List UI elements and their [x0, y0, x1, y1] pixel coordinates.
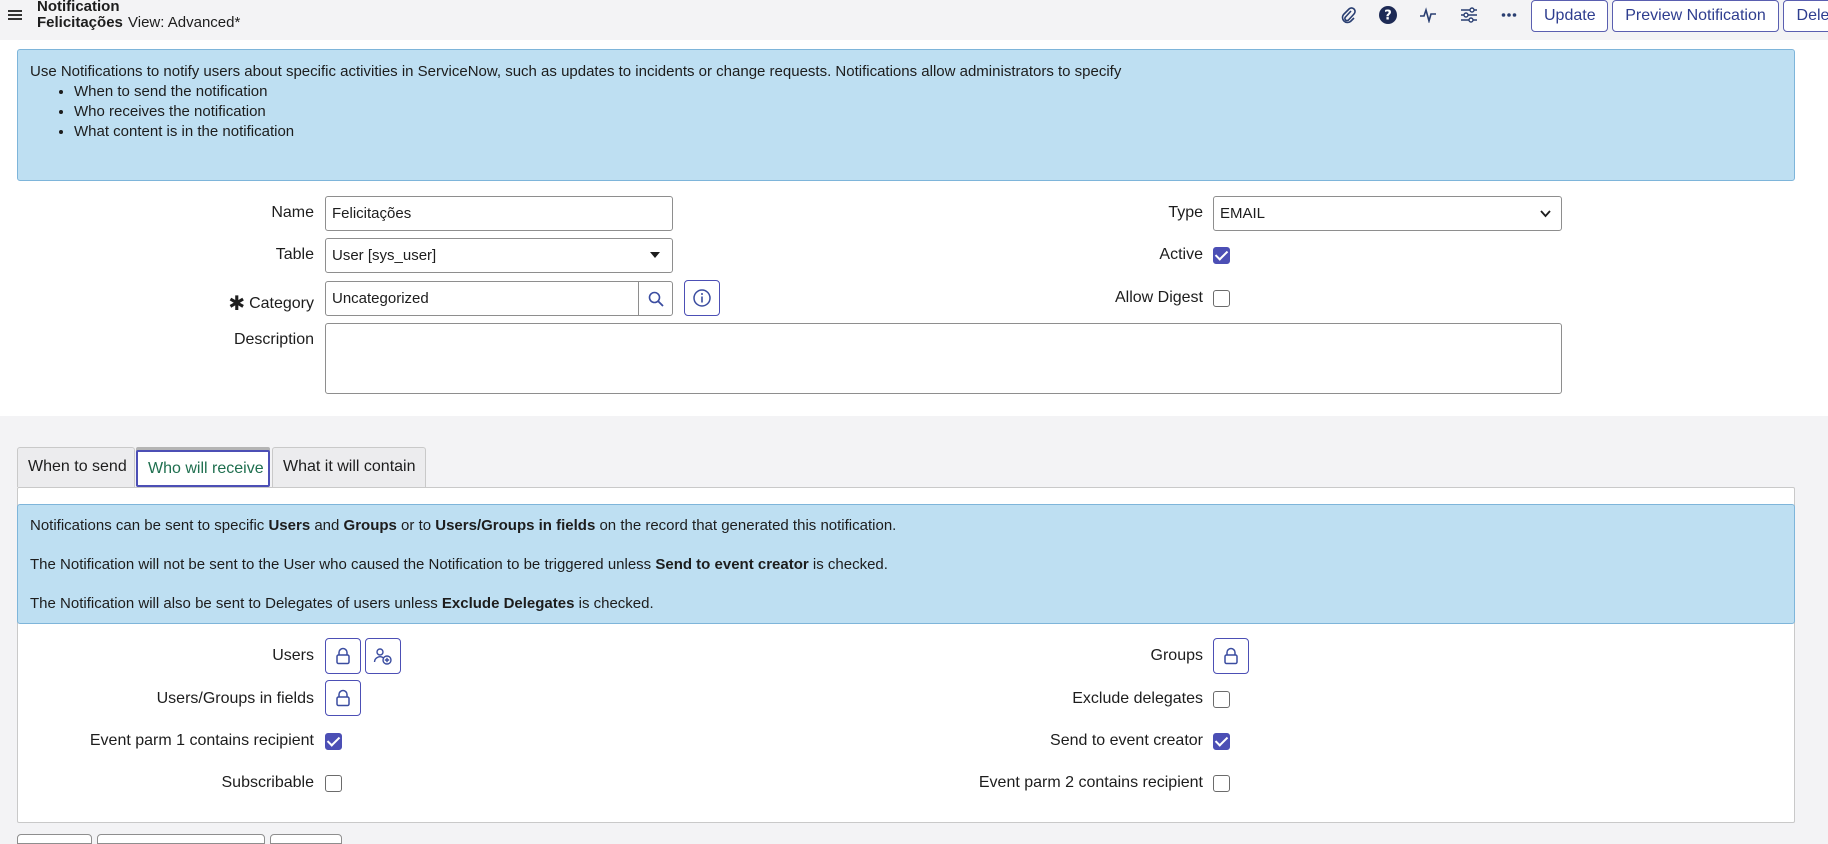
event-parm-1-label: Event parm 1 contains recipient: [89, 732, 314, 749]
exclude-delegates-label: Exclude delegates: [1072, 690, 1203, 707]
svg-text:?: ?: [1384, 9, 1392, 24]
receive-info-line-1: Notifications can be sent to specific Us…: [30, 517, 897, 534]
table-value: User [sys_user]: [332, 247, 437, 264]
intro-bullet: Who receives the notification: [74, 102, 1782, 122]
lock-icon: [336, 689, 350, 707]
paperclip-icon[interactable]: [1335, 3, 1361, 27]
tab-when-to-send[interactable]: When to send: [17, 447, 135, 487]
menu-icon[interactable]: [8, 8, 22, 22]
update-button[interactable]: Update: [1531, 0, 1608, 32]
preview-notification-button[interactable]: Preview Notification: [1612, 0, 1779, 32]
allow-digest-checkbox[interactable]: [1213, 290, 1230, 307]
add-me-button[interactable]: [365, 638, 401, 674]
table-label: Table: [275, 246, 314, 263]
category-info-button[interactable]: [684, 280, 720, 316]
info-icon: [693, 289, 711, 307]
record-type: Notification: [37, 0, 120, 15]
receive-info-line-3: The Notification will also be sent to De…: [30, 595, 654, 612]
bottom-button[interactable]: [97, 834, 265, 844]
table-select[interactable]: User [sys_user]: [325, 238, 673, 273]
lock-icon: [1224, 647, 1238, 665]
subscribable-label: Subscribable: [221, 774, 315, 791]
allow-digest-label: Allow Digest: [1114, 289, 1203, 306]
event-parm-1-checkbox[interactable]: [325, 733, 342, 750]
activity-icon[interactable]: [1415, 3, 1441, 27]
event-parm-2-checkbox[interactable]: [1213, 775, 1230, 792]
add-user-icon: [373, 648, 392, 665]
description-label: Description: [233, 331, 314, 348]
tab-who-will-receive[interactable]: Who will receive: [136, 450, 270, 487]
groups-unlock-button[interactable]: [1213, 638, 1249, 674]
description-textarea[interactable]: [325, 323, 1562, 394]
users-groups-in-fields-label: Users/Groups in fields: [156, 690, 314, 707]
type-select[interactable]: EMAIL: [1213, 196, 1562, 231]
exclude-delegates-checkbox[interactable]: [1213, 691, 1230, 708]
intro-info-box: Use Notifications to notify users about …: [17, 49, 1795, 181]
send-to-event-creator-checkbox[interactable]: [1213, 733, 1230, 750]
event-parm-2-label: Event parm 2 contains recipient: [978, 774, 1203, 791]
category-input[interactable]: Uncategorized: [325, 281, 639, 316]
users-unlock-button[interactable]: [325, 638, 361, 674]
form-header: Notification Felicitações View: Advanced…: [0, 0, 1828, 40]
tab-what-it-will-contain[interactable]: What it will contain: [272, 447, 426, 487]
receive-info-line-2: The Notification will not be sent to the…: [30, 556, 888, 573]
intro-list: When to send the notification Who receiv…: [30, 82, 1782, 142]
mandatory-asterisk-icon: ✱: [228, 293, 246, 315]
groups-label: Groups: [1150, 647, 1203, 664]
active-label: Active: [1159, 246, 1203, 263]
receive-info-box: Notifications can be sent to specific Us…: [17, 504, 1795, 624]
category-label: ✱ Category: [228, 289, 314, 315]
subscribable-checkbox[interactable]: [325, 775, 342, 792]
lock-icon: [336, 647, 350, 665]
settings-sliders-icon[interactable]: [1456, 3, 1482, 27]
type-value: EMAIL: [1220, 205, 1266, 222]
record-name: Felicitações: [37, 14, 123, 31]
help-icon[interactable]: ?: [1375, 3, 1401, 27]
name-label: Name: [271, 204, 314, 221]
chevron-down-icon: [1540, 210, 1551, 218]
category-lookup-button[interactable]: [638, 281, 673, 316]
intro-bullet: When to send the notification: [74, 82, 1782, 102]
type-label: Type: [1168, 204, 1203, 221]
users-label: Users: [272, 647, 314, 664]
caret-down-icon: [650, 252, 660, 258]
bottom-button[interactable]: [270, 834, 342, 844]
intro-bullet: What content is in the notification: [74, 122, 1782, 142]
delete-button[interactable]: Dele: [1783, 0, 1828, 32]
search-icon: [648, 291, 664, 307]
name-input[interactable]: Felicitações: [325, 196, 673, 231]
category-label-text: Category: [249, 295, 314, 312]
bottom-button[interactable]: [17, 834, 92, 844]
active-checkbox[interactable]: [1213, 247, 1230, 264]
send-to-event-creator-label: Send to event creator: [1050, 732, 1203, 749]
more-icon[interactable]: [1496, 3, 1522, 27]
intro-text: Use Notifications to notify users about …: [30, 63, 1122, 80]
users-groups-in-fields-unlock-button[interactable]: [325, 680, 361, 716]
view-name[interactable]: View: Advanced*: [128, 14, 240, 31]
